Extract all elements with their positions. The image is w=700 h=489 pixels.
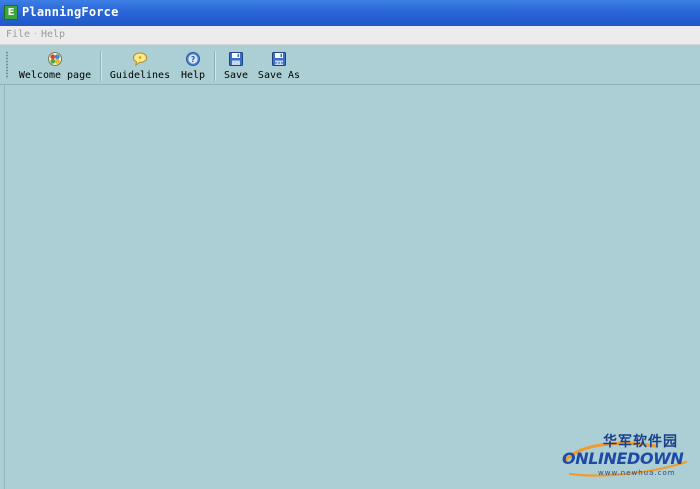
watermark-url: www.newhua.com: [598, 469, 676, 477]
floppy-disk-save-as-icon: [272, 52, 286, 66]
menu-help[interactable]: Help: [41, 29, 65, 41]
toolbar-separator: [214, 51, 216, 81]
toolbar-grip[interactable]: [6, 51, 8, 79]
save-label: Save: [223, 70, 249, 81]
onlinedown-watermark: 华军软件园 ONLINEDOWN www.newhua.com: [560, 432, 695, 484]
toolbar: Welcome page Guidelines ? Help Save Save…: [0, 45, 700, 85]
menu-separator: ·: [33, 29, 38, 38]
menu-bar: File · Help: [0, 26, 700, 45]
app-window: E PlanningForce File · Help Welcome page: [0, 0, 700, 489]
help-button[interactable]: ? Help: [177, 49, 209, 82]
workspace-left-border: [4, 85, 5, 489]
save-button[interactable]: Save: [220, 49, 252, 82]
save-as-button[interactable]: Save As: [256, 49, 302, 82]
welcome-page-label: Welcome page: [18, 70, 92, 81]
speech-bubble-icon: [132, 52, 148, 67]
save-as-label: Save As: [257, 70, 301, 81]
welcome-icon: [48, 52, 62, 66]
help-label: Help: [180, 70, 206, 81]
welcome-page-button[interactable]: Welcome page: [14, 49, 96, 82]
toolbar-separator: [100, 51, 102, 81]
title-bar[interactable]: E PlanningForce: [0, 0, 700, 26]
floppy-disk-icon: [229, 52, 243, 66]
help-icon: ?: [186, 52, 200, 66]
guidelines-label: Guidelines: [109, 70, 171, 81]
app-logo-icon: E: [4, 5, 18, 20]
svg-text:?: ?: [191, 55, 195, 64]
guidelines-button[interactable]: Guidelines: [106, 49, 174, 82]
watermark-chinese-text: 华军软件园: [603, 434, 678, 450]
main-workspace[interactable]: [0, 85, 700, 489]
menu-file[interactable]: File: [6, 29, 30, 41]
window-title: PlanningForce: [22, 5, 119, 19]
watermark-brand: ONLINEDOWN: [562, 449, 684, 468]
